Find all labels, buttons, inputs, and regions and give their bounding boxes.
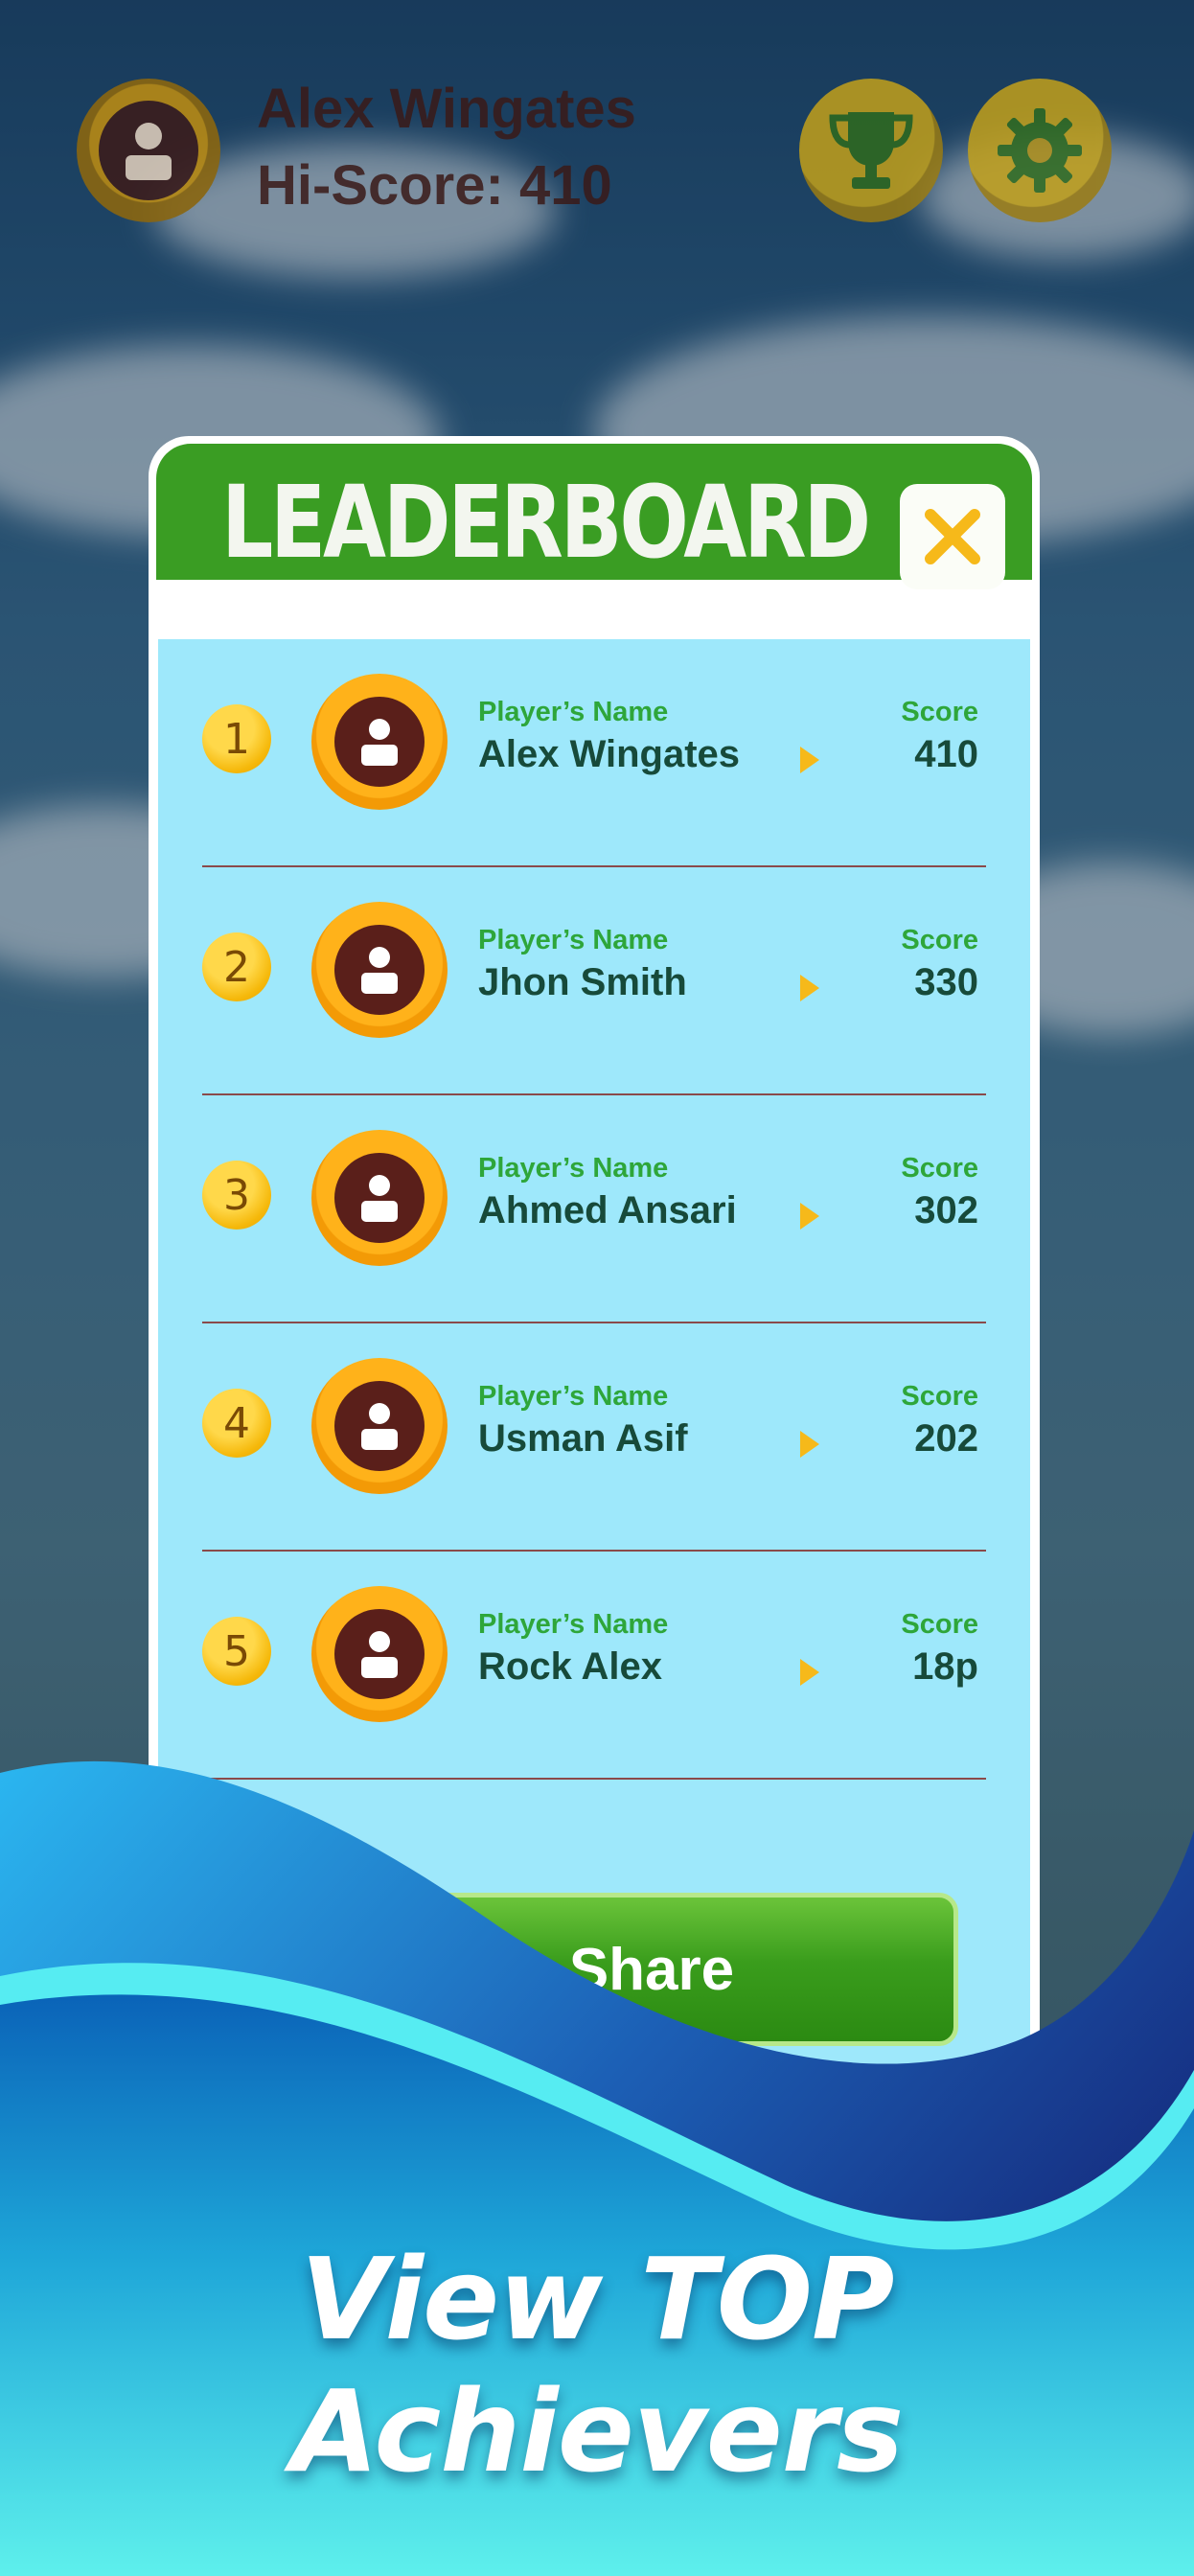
player-avatar[interactable] [77, 79, 220, 222]
rank-badge: 1 [202, 704, 271, 773]
player-score: 410 [914, 733, 978, 775]
rank-badge: 2 [202, 932, 271, 1001]
play-arrow-icon [800, 975, 819, 1001]
play-arrow-icon [800, 747, 819, 773]
avatar [311, 902, 448, 1038]
name-label: Player’s Name [478, 697, 669, 727]
play-arrow-icon [800, 1659, 819, 1686]
close-button[interactable] [900, 484, 1005, 589]
trophy-icon [829, 112, 913, 189]
name-label: Player’s Name [478, 925, 669, 955]
name-label: Player’s Name [478, 1609, 669, 1640]
trophy-button[interactable] [799, 79, 943, 222]
user-icon [361, 1403, 398, 1450]
user-icon [361, 1175, 398, 1222]
score-label: Score [901, 1381, 978, 1412]
score-label: Score [901, 1609, 978, 1640]
hi-score: Hi-Score: 410 [257, 154, 612, 217]
player-score: 330 [914, 961, 978, 1003]
name-label: Player’s Name [478, 1153, 669, 1184]
score-label: Score [901, 697, 978, 727]
name-label: Player’s Name [478, 1381, 669, 1412]
user-icon [361, 1631, 398, 1678]
player-name: Alex Wingates [257, 78, 636, 140]
leaderboard-row[interactable]: 3 Player’s Name Score Ahmed Ansari 302 [158, 1095, 1030, 1323]
score-label: Score [901, 1153, 978, 1184]
user-icon [126, 123, 172, 180]
gear-icon [998, 108, 1082, 193]
avatar [311, 1586, 448, 1722]
leaderboard-row[interactable]: 5 Player’s Name Score Rock Alex 18p [158, 1552, 1030, 1780]
rank-badge: 4 [202, 1389, 271, 1458]
leaderboard-row[interactable]: 4 Player’s Name Score Usman Asif 202 [158, 1323, 1030, 1552]
avatar [311, 1130, 448, 1266]
player-score: 202 [914, 1417, 978, 1460]
rank-badge: 5 [202, 1617, 271, 1686]
settings-button[interactable] [968, 79, 1112, 222]
modal-title: LEADERBOARD [221, 464, 871, 581]
play-arrow-icon [800, 1203, 819, 1230]
player-name: Rock Alex [478, 1645, 662, 1688]
promo-headline: View TOP Achievers [290, 2233, 905, 2497]
close-icon [925, 509, 980, 564]
player-name: Alex Wingates [478, 733, 741, 775]
avatar [311, 1358, 448, 1494]
score-label: Score [901, 925, 978, 955]
player-name: Ahmed Ansari [478, 1189, 737, 1231]
player-score: 302 [914, 1189, 978, 1231]
leaderboard-row[interactable]: 2 Player’s Name Score Jhon Smith 330 [158, 867, 1030, 1095]
game-screen: Alex Wingates Hi-Score: 410 LEADERBOARD … [0, 0, 1194, 2576]
leaderboard-row[interactable]: 1 Player’s Name Score Alex Wingates 410 [158, 639, 1030, 867]
player-score: 18p [912, 1645, 978, 1688]
user-icon [361, 719, 398, 766]
modal-header: LEADERBOARD [156, 444, 1032, 589]
user-icon [361, 947, 398, 994]
rank-badge: 3 [202, 1161, 271, 1230]
avatar [311, 674, 448, 810]
player-name: Jhon Smith [478, 961, 687, 1003]
play-arrow-icon [800, 1431, 819, 1458]
player-name: Usman Asif [478, 1417, 688, 1460]
